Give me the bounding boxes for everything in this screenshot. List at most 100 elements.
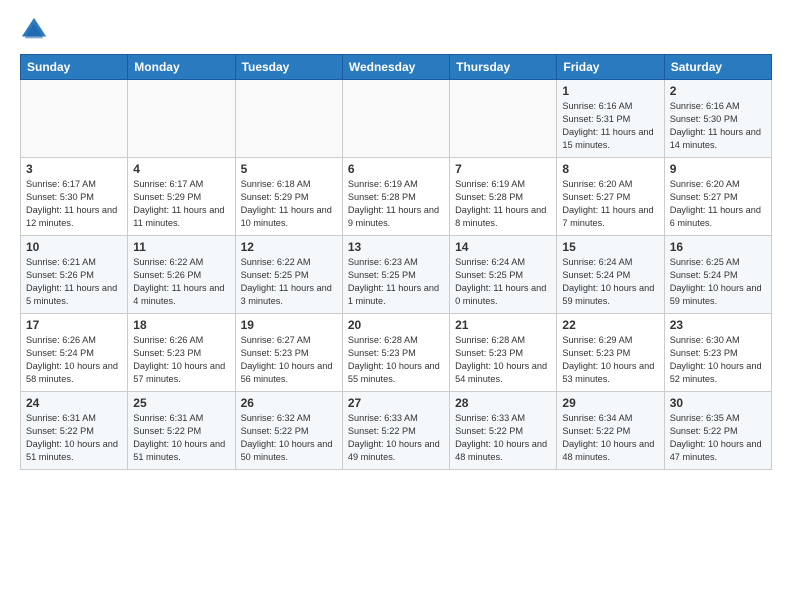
calendar-day-cell: 30 Sunrise: 6:35 AM Sunset: 5:22 PM Dayli… — [664, 392, 771, 470]
weekday-header: Friday — [557, 55, 664, 80]
day-number: 7 — [455, 162, 551, 176]
calendar-day-cell: 20Sunrise: 6:28 AM Sunset: 5:23 PM Dayli… — [342, 314, 449, 392]
calendar-day-cell: 26 Sunrise: 6:32 AM Sunset: 5:22 PM Dayli… — [235, 392, 342, 470]
calendar-day-cell: 7 Sunrise: 6:19 AM Sunset: 5:28 PM Daylig… — [450, 158, 557, 236]
calendar-day-cell: 21 Sunrise: 6:28 AM Sunset: 5:23 PM Dayli… — [450, 314, 557, 392]
calendar-day-cell: 24Sunrise: 6:31 AM Sunset: 5:22 PM Dayli… — [21, 392, 128, 470]
logo — [20, 16, 50, 44]
calendar-day-cell: 5Sunrise: 6:18 AM Sunset: 5:29 PM Daylig… — [235, 158, 342, 236]
day-info: Sunrise: 6:16 AM Sunset: 5:30 PM Dayligh… — [670, 100, 766, 152]
day-number: 21 — [455, 318, 551, 332]
day-info: Sunrise: 6:32 AM Sunset: 5:22 PM Dayligh… — [241, 412, 337, 464]
day-info: Sunrise: 6:20 AM Sunset: 5:27 PM Dayligh… — [670, 178, 766, 230]
day-info: Sunrise: 6:21 AM Sunset: 5:26 PM Dayligh… — [26, 256, 122, 308]
day-number: 29 — [562, 396, 658, 410]
calendar-day-cell: 10 Sunrise: 6:21 AM Sunset: 5:26 PM Dayli… — [21, 236, 128, 314]
calendar-day-cell: 13 Sunrise: 6:23 AM Sunset: 5:25 PM Dayli… — [342, 236, 449, 314]
day-info: Sunrise: 6:30 AM Sunset: 5:23 PM Dayligh… — [670, 334, 766, 386]
calendar-day-cell: 23 Sunrise: 6:30 AM Sunset: 5:23 PM Dayli… — [664, 314, 771, 392]
day-number: 13 — [348, 240, 444, 254]
day-number: 22 — [562, 318, 658, 332]
calendar-day-cell: 15 Sunrise: 6:24 AM Sunset: 5:24 PM Dayli… — [557, 236, 664, 314]
weekday-header-row: SundayMondayTuesdayWednesdayThursdayFrid… — [21, 55, 772, 80]
page: SundayMondayTuesdayWednesdayThursdayFrid… — [0, 0, 792, 612]
weekday-header: Tuesday — [235, 55, 342, 80]
day-info: Sunrise: 6:35 AM Sunset: 5:22 PM Dayligh… — [670, 412, 766, 464]
calendar-day-cell: 18Sunrise: 6:26 AM Sunset: 5:23 PM Dayli… — [128, 314, 235, 392]
day-info: Sunrise: 6:27 AM Sunset: 5:23 PM Dayligh… — [241, 334, 337, 386]
day-info: Sunrise: 6:26 AM Sunset: 5:23 PM Dayligh… — [133, 334, 229, 386]
calendar-day-cell: 9 Sunrise: 6:20 AM Sunset: 5:27 PM Daylig… — [664, 158, 771, 236]
day-number: 4 — [133, 162, 229, 176]
calendar-day-cell — [128, 80, 235, 158]
day-number: 9 — [670, 162, 766, 176]
day-number: 24 — [26, 396, 122, 410]
calendar-day-cell: 19 Sunrise: 6:27 AM Sunset: 5:23 PM Dayli… — [235, 314, 342, 392]
calendar-day-cell: 2 Sunrise: 6:16 AM Sunset: 5:30 PM Daylig… — [664, 80, 771, 158]
calendar-day-cell: 27Sunrise: 6:33 AM Sunset: 5:22 PM Dayli… — [342, 392, 449, 470]
day-info: Sunrise: 6:22 AM Sunset: 5:25 PM Dayligh… — [241, 256, 337, 308]
day-number: 12 — [241, 240, 337, 254]
day-number: 1 — [562, 84, 658, 98]
calendar-day-cell: 17 Sunrise: 6:26 AM Sunset: 5:24 PM Dayli… — [21, 314, 128, 392]
day-number: 30 — [670, 396, 766, 410]
day-info: Sunrise: 6:28 AM Sunset: 5:23 PM Dayligh… — [348, 334, 444, 386]
calendar-week-row: 3 Sunrise: 6:17 AM Sunset: 5:30 PM Daylig… — [21, 158, 772, 236]
calendar-day-cell: 3 Sunrise: 6:17 AM Sunset: 5:30 PM Daylig… — [21, 158, 128, 236]
day-info: Sunrise: 6:34 AM Sunset: 5:22 PM Dayligh… — [562, 412, 658, 464]
day-number: 28 — [455, 396, 551, 410]
calendar-day-cell: 28 Sunrise: 6:33 AM Sunset: 5:22 PM Dayli… — [450, 392, 557, 470]
day-info: Sunrise: 6:20 AM Sunset: 5:27 PM Dayligh… — [562, 178, 658, 230]
calendar-day-cell: 29 Sunrise: 6:34 AM Sunset: 5:22 PM Dayli… — [557, 392, 664, 470]
day-info: Sunrise: 6:19 AM Sunset: 5:28 PM Dayligh… — [455, 178, 551, 230]
day-info: Sunrise: 6:22 AM Sunset: 5:26 PM Dayligh… — [133, 256, 229, 308]
calendar-day-cell: 8 Sunrise: 6:20 AM Sunset: 5:27 PM Daylig… — [557, 158, 664, 236]
calendar-week-row: 17 Sunrise: 6:26 AM Sunset: 5:24 PM Dayli… — [21, 314, 772, 392]
weekday-header: Sunday — [21, 55, 128, 80]
header — [20, 16, 772, 44]
day-number: 19 — [241, 318, 337, 332]
calendar-table: SundayMondayTuesdayWednesdayThursdayFrid… — [20, 54, 772, 470]
day-number: 17 — [26, 318, 122, 332]
day-number: 25 — [133, 396, 229, 410]
calendar-day-cell — [450, 80, 557, 158]
day-number: 5 — [241, 162, 337, 176]
day-info: Sunrise: 6:23 AM Sunset: 5:25 PM Dayligh… — [348, 256, 444, 308]
calendar-day-cell — [235, 80, 342, 158]
day-info: Sunrise: 6:17 AM Sunset: 5:29 PM Dayligh… — [133, 178, 229, 230]
calendar-day-cell: 4 Sunrise: 6:17 AM Sunset: 5:29 PM Daylig… — [128, 158, 235, 236]
calendar-week-row: 10 Sunrise: 6:21 AM Sunset: 5:26 PM Dayli… — [21, 236, 772, 314]
day-number: 8 — [562, 162, 658, 176]
weekday-header: Thursday — [450, 55, 557, 80]
day-info: Sunrise: 6:29 AM Sunset: 5:23 PM Dayligh… — [562, 334, 658, 386]
day-info: Sunrise: 6:24 AM Sunset: 5:25 PM Dayligh… — [455, 256, 551, 308]
day-number: 27 — [348, 396, 444, 410]
day-info: Sunrise: 6:26 AM Sunset: 5:24 PM Dayligh… — [26, 334, 122, 386]
day-info: Sunrise: 6:17 AM Sunset: 5:30 PM Dayligh… — [26, 178, 122, 230]
day-info: Sunrise: 6:31 AM Sunset: 5:22 PM Dayligh… — [133, 412, 229, 464]
day-number: 26 — [241, 396, 337, 410]
day-info: Sunrise: 6:25 AM Sunset: 5:24 PM Dayligh… — [670, 256, 766, 308]
calendar-week-row: 1 Sunrise: 6:16 AM Sunset: 5:31 PM Daylig… — [21, 80, 772, 158]
calendar-day-cell: 22 Sunrise: 6:29 AM Sunset: 5:23 PM Dayli… — [557, 314, 664, 392]
day-number: 16 — [670, 240, 766, 254]
logo-icon — [20, 16, 48, 44]
day-number: 3 — [26, 162, 122, 176]
day-number: 14 — [455, 240, 551, 254]
day-info: Sunrise: 6:28 AM Sunset: 5:23 PM Dayligh… — [455, 334, 551, 386]
day-info: Sunrise: 6:19 AM Sunset: 5:28 PM Dayligh… — [348, 178, 444, 230]
calendar-day-cell: 25 Sunrise: 6:31 AM Sunset: 5:22 PM Dayli… — [128, 392, 235, 470]
weekday-header: Saturday — [664, 55, 771, 80]
calendar-day-cell: 12 Sunrise: 6:22 AM Sunset: 5:25 PM Dayli… — [235, 236, 342, 314]
day-info: Sunrise: 6:16 AM Sunset: 5:31 PM Dayligh… — [562, 100, 658, 152]
day-number: 2 — [670, 84, 766, 98]
day-info: Sunrise: 6:33 AM Sunset: 5:22 PM Dayligh… — [455, 412, 551, 464]
weekday-header: Monday — [128, 55, 235, 80]
day-number: 15 — [562, 240, 658, 254]
day-number: 23 — [670, 318, 766, 332]
day-number: 11 — [133, 240, 229, 254]
calendar-day-cell — [21, 80, 128, 158]
day-number: 10 — [26, 240, 122, 254]
day-info: Sunrise: 6:24 AM Sunset: 5:24 PM Dayligh… — [562, 256, 658, 308]
calendar-day-cell: 6Sunrise: 6:19 AM Sunset: 5:28 PM Daylig… — [342, 158, 449, 236]
